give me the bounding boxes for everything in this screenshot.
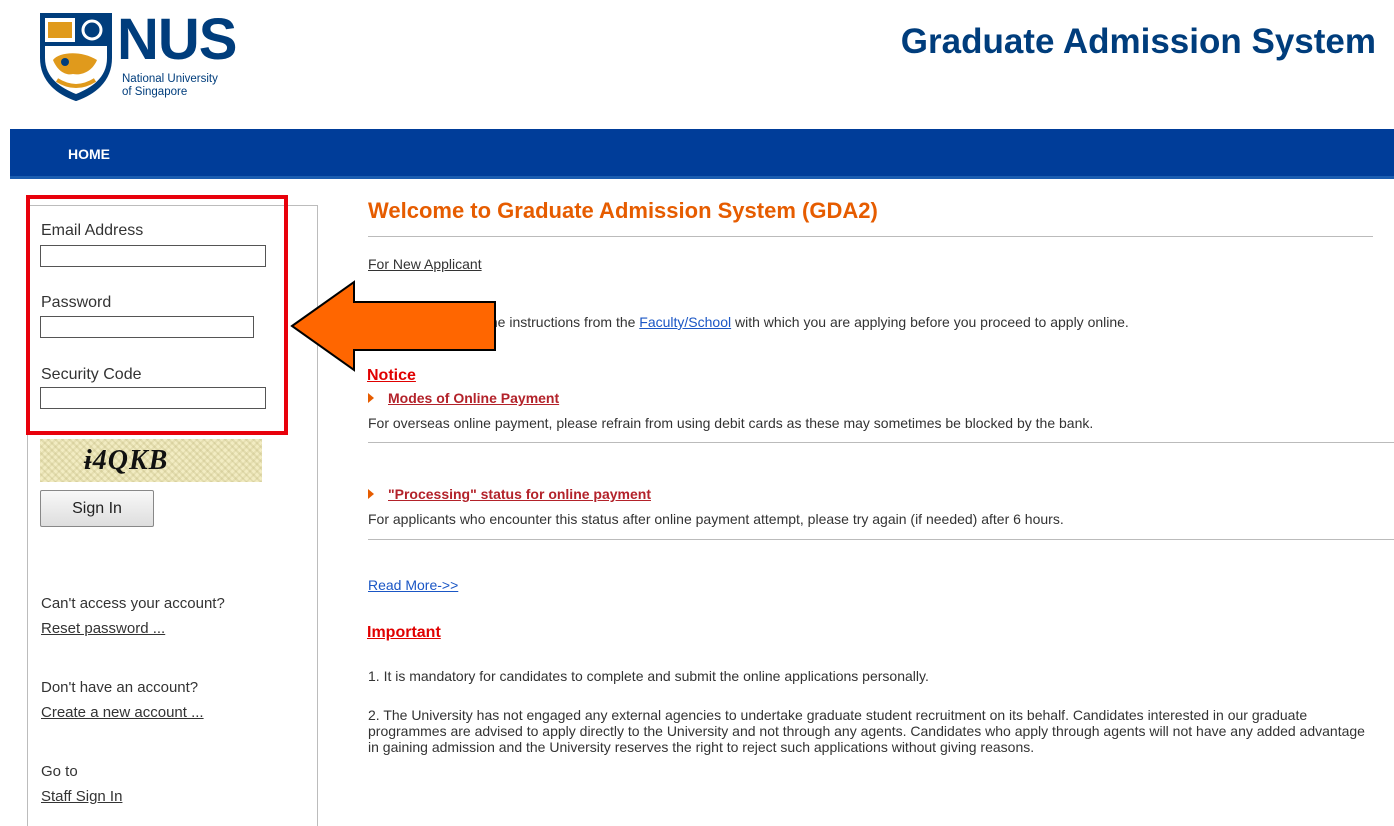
- email-label: Email Address: [41, 222, 144, 239]
- title-divider: [368, 236, 1373, 237]
- important-item-1: 1. It is mandatory for candidates to com…: [368, 668, 929, 684]
- page-title: Welcome to Graduate Admission System (GD…: [368, 198, 878, 223]
- triangle-right-icon: [368, 489, 374, 499]
- email-field[interactable]: [40, 245, 266, 267]
- faculty-school-link[interactable]: Faculty/School: [639, 314, 731, 330]
- login-sidebar: Email Address Password Security Code ɨ4Q…: [27, 205, 318, 826]
- header: NUS National University of Singapore Gra…: [0, 0, 1394, 128]
- password-field[interactable]: [40, 316, 254, 338]
- navbar: HOME: [10, 129, 1394, 179]
- captcha-image: ɨ4QKB: [40, 439, 262, 482]
- system-title: Graduate Admission System: [900, 22, 1376, 61]
- read-more-link[interactable]: Read More->>: [368, 577, 458, 593]
- sign-in-button[interactable]: Sign In: [40, 490, 154, 527]
- notice-divider-2: [368, 539, 1394, 540]
- nav-home-link[interactable]: HOME: [68, 146, 110, 162]
- logo-wordmark: NUS: [117, 7, 237, 72]
- reset-password-link[interactable]: Reset password ...: [41, 620, 165, 637]
- processing-status-link[interactable]: "Processing" status for online payment: [388, 486, 651, 502]
- nus-logo[interactable]: NUS National University of Singapore: [37, 7, 267, 102]
- important-heading: Important: [367, 624, 441, 641]
- logo-subtitle-line2: of Singapore: [122, 86, 188, 98]
- arrow-left-icon: [290, 280, 496, 372]
- security-code-field[interactable]: [40, 387, 266, 409]
- instructions-text: the instructions from the Faculty/School…: [486, 314, 1129, 330]
- instructions-suffix: with which you are applying before you p…: [731, 314, 1129, 330]
- new-applicant-link[interactable]: For New Applicant: [368, 256, 482, 272]
- logo-subtitle-line1: National University: [122, 73, 218, 85]
- captcha-text: ɨ4QKB: [84, 445, 169, 476]
- notice-divider-1: [368, 442, 1394, 443]
- create-account-link[interactable]: Create a new account ...: [41, 704, 204, 721]
- no-account-text: Don't have an account?: [41, 679, 199, 696]
- processing-status-text: For applicants who encounter this status…: [368, 511, 1064, 527]
- nus-crest-icon: [40, 13, 112, 102]
- important-item-2: 2. The University has not engaged any ex…: [368, 707, 1365, 755]
- cant-access-text: Can't access your account?: [41, 595, 225, 612]
- instructions-prefix: the instructions from the: [486, 314, 640, 330]
- password-label: Password: [41, 294, 112, 311]
- security-code-label: Security Code: [41, 366, 142, 383]
- staff-sign-in-link[interactable]: Staff Sign In: [41, 788, 122, 805]
- goto-text: Go to: [41, 763, 78, 780]
- modes-of-payment-text: For overseas online payment, please refr…: [368, 415, 1094, 431]
- logo-subtitle: National University of Singapore: [122, 73, 272, 99]
